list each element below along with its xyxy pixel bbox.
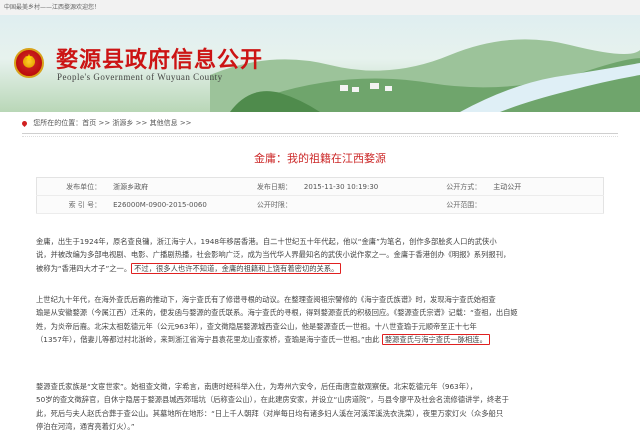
disclosure-period-label: 公开时限：: [227, 195, 298, 214]
location-pin-icon: [20, 119, 29, 127]
text-line: 说，并被改编为多部电视剧、电影、广播剧热播，社会影响广泛，成为当代华人界最知名的…: [36, 250, 511, 260]
text-line: （1357年），偕妻儿等都过村北浙岭，来到浙江省海宁县袁花里龙山查家桥，查瑜是海…: [36, 333, 604, 346]
publish-date-value: 2015-11-30 10:19:30: [297, 177, 418, 196]
highlighted-text: 不过，很多人也许不知道，金庸的祖籍和上饶有着密切的关系。: [131, 262, 342, 274]
index-number-value: E26000M-0900-2015-0060: [107, 195, 228, 214]
text-line: 停泊在河湾，通宵亮着灯火）。”: [36, 422, 135, 432]
top-welcome-bar: 中国最美乡村——江西婺源欢迎您！: [0, 0, 640, 15]
text-segment: （1357年），偕妻儿等都过村北浙岭，来到浙江省海宁县袁花里龙山查家桥，查瑜是海…: [36, 335, 380, 345]
breadcrumb: 您所在的位置：首页 >> 浙源乡 >> 其他信息 >>: [20, 118, 192, 128]
welcome-text: 中国最美乡村——江西婺源欢迎您！: [4, 4, 101, 11]
breadcrumb-text[interactable]: 您所在的位置：首页 >> 浙源乡 >> 其他信息 >>: [33, 119, 191, 127]
divider: [22, 133, 618, 134]
text-segment: 被称为“香港四大才子”之一。: [36, 263, 132, 273]
table-row: 索 引 号： E26000M-0900-2015-0060 公开时限： 公开范围…: [36, 195, 604, 214]
metadata-table: 发布单位： 浙源乡政府 发布日期： 2015-11-30 10:19:30 公开…: [36, 177, 604, 214]
text-line: 50岁的查文徵辞官，自休宁隐居于婺源县城西郊瑶坑（后称查公山），在此建房安家，并…: [36, 395, 509, 405]
site-title: 婺源县政府信息公开: [56, 47, 264, 73]
landscape-illustration: [210, 39, 640, 112]
highlighted-text: 婺源查氏与海宁查氏一脉相连。: [381, 334, 490, 346]
publisher-value: 浙源乡政府: [107, 177, 228, 196]
text-line: 姓，为炎帝后裔。北宋太祖乾德元年（公元963年），查文徵隐居婺源城西查公山，他是…: [36, 321, 477, 331]
article-paragraph-1: 金庸，出生于1924年，原名查良镛，浙江海宁人，1948年移居香港。自二十世纪五…: [36, 235, 604, 275]
text-line: 上世纪九十年代，在海外查氏后裔的推动下，海宁查氏有了修谱寻根的动议。在整理查阅祖…: [36, 295, 496, 304]
national-emblem-icon: ★: [14, 48, 44, 78]
text-line: 此，死后与夫人赵氏合葬于查公山。其墓地所在地形：“日上千人朝拜（对岸每日均有诸多…: [36, 408, 504, 418]
publisher-label: 发布单位：: [36, 177, 108, 196]
text-line: 婺源查氏家族是“文宦世家”。始祖查文徵，字希言，南唐时经科举入仕，为寿州六安令，…: [36, 382, 478, 391]
disclosure-method-value: 主动公开: [487, 177, 604, 196]
site-subtitle: People's Government of Wuyuan County: [57, 72, 223, 82]
divider: [22, 136, 618, 137]
text-line: 金庸，出生于1924年，原名查良镛，浙江海宁人，1948年移居香港。自二十世纪五…: [36, 237, 497, 246]
index-number-label: 索 引 号：: [36, 195, 108, 214]
article-paragraph-2: 上世纪九十年代，在海外查氏后裔的推动下，海宁查氏有了修谱寻根的动议。在整理查阅祖…: [36, 293, 604, 347]
disclosure-period-value: [297, 195, 418, 214]
text-line: 被称为“香港四大才子”之一。 不过，很多人也许不知道，金庸的祖籍和上饶有着密切的关…: [36, 262, 604, 275]
publish-date-label: 发布日期：: [227, 177, 298, 196]
text-line: 瑜是从安徽婺源（今属江西）迁来的，便发函与婺源的查氏联系。海宁查氏的寻根，得到婺…: [36, 308, 518, 318]
site-banner: ★ 婺源县政府信息公开 People's Government of Wuyua…: [0, 15, 640, 112]
disclosure-method-label: 公开方式：: [417, 177, 488, 196]
table-row: 发布单位： 浙源乡政府 发布日期： 2015-11-30 10:19:30 公开…: [36, 177, 604, 196]
disclosure-scope-label: 公开范围：: [417, 195, 488, 214]
article-paragraph-3: 婺源查氏家族是“文宦世家”。始祖查文徵，字希言，南唐时经科举入仕，为寿州六安令，…: [36, 380, 604, 434]
article-title: 金庸：我的祖籍在江西婺源: [254, 152, 386, 165]
disclosure-scope-value: [487, 195, 604, 214]
